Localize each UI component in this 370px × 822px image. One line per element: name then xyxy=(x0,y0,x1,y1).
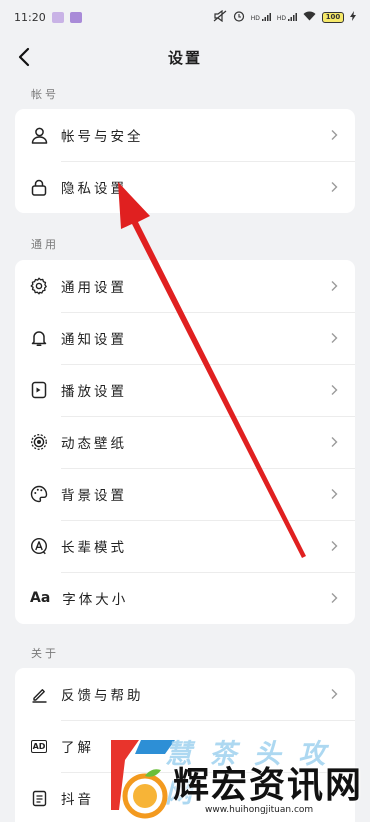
status-right: HD HD 100 xyxy=(213,9,356,25)
charging-icon xyxy=(350,10,356,24)
hd-label-1: HD xyxy=(250,15,260,22)
row-account-security[interactable]: 帐号与安全 xyxy=(15,109,355,161)
page-title: 设置 xyxy=(167,48,202,67)
chevron-right-icon xyxy=(331,489,338,499)
lock-icon xyxy=(30,178,48,196)
play-device-icon xyxy=(30,381,48,399)
elder-mode-icon xyxy=(30,537,48,555)
battery-icon: 100 xyxy=(322,11,344,23)
font-size-icon: Aa xyxy=(30,589,50,607)
font-size-glyph: Aa xyxy=(30,590,51,606)
bell-icon xyxy=(30,329,48,347)
hd-label-2: HD xyxy=(276,15,286,22)
pen-icon xyxy=(30,685,48,703)
chevron-right-icon xyxy=(331,281,338,291)
row-live-wallpaper[interactable]: 动态壁纸 xyxy=(15,416,355,468)
signal-hd-2: HD xyxy=(277,12,297,22)
wifi-icon xyxy=(303,11,316,24)
status-bar: 11:20 HD HD 100 xyxy=(0,0,370,34)
row-label: 通知设置 xyxy=(61,332,127,348)
ad-icon: AD xyxy=(30,737,48,755)
row-playback-settings[interactable]: 播放设置 xyxy=(15,364,355,416)
chevron-right-icon xyxy=(331,182,338,192)
app-notification-icon-2 xyxy=(69,11,82,23)
row-privacy-settings[interactable]: 隐私设置 xyxy=(15,161,355,213)
row-learn-more[interactable]: AD 了解 xyxy=(15,720,355,772)
card-account: 帐号与安全 隐私设置 xyxy=(15,109,355,213)
status-time: 11:20 xyxy=(14,10,46,24)
row-label: 字体大小 xyxy=(62,592,129,608)
chevron-right-icon xyxy=(331,130,338,140)
alarm-icon xyxy=(233,10,245,25)
header: 设置 xyxy=(0,34,370,80)
row-label: 了解 xyxy=(61,740,94,756)
row-elder-mode[interactable]: 长辈模式 xyxy=(15,520,355,572)
card-about: 反馈与帮助 AD 了解 抖音 xyxy=(15,668,355,822)
chevron-right-icon xyxy=(331,437,338,447)
card-general: 通用设置 通知设置 播放设置 动态壁纸 背景设置 长辈模式 Aa 字体大小 xyxy=(15,260,355,624)
row-label: 隐私设置 xyxy=(61,181,127,197)
chevron-left-icon xyxy=(18,47,30,67)
row-label: 帐号与安全 xyxy=(61,129,144,145)
document-icon xyxy=(30,789,48,807)
section-label-about: 关于 xyxy=(31,647,59,660)
status-left: 11:20 xyxy=(14,11,82,24)
signal-hd-1: HD xyxy=(251,12,271,22)
signal-icon-1 xyxy=(261,13,271,21)
gear-icon xyxy=(30,277,48,295)
palette-icon xyxy=(30,485,48,503)
mute-icon xyxy=(213,9,227,25)
row-label: 通用设置 xyxy=(61,280,127,296)
chevron-right-icon xyxy=(331,333,338,343)
row-label: 长辈模式 xyxy=(61,540,127,556)
app-notification-icon xyxy=(51,11,64,23)
chevron-right-icon xyxy=(331,541,338,551)
back-button[interactable] xyxy=(10,42,38,72)
ad-glyph: AD xyxy=(30,739,48,753)
row-label: 动态壁纸 xyxy=(61,436,127,452)
row-notification-settings[interactable]: 通知设置 xyxy=(15,312,355,364)
row-label: 反馈与帮助 xyxy=(61,688,144,704)
section-label-general: 通用 xyxy=(31,238,59,251)
row-font-size[interactable]: Aa 字体大小 xyxy=(15,572,355,624)
live-wallpaper-icon xyxy=(30,433,48,451)
row-general-settings[interactable]: 通用设置 xyxy=(15,260,355,312)
person-icon xyxy=(30,126,48,144)
row-label: 背景设置 xyxy=(61,488,127,504)
row-feedback-help[interactable]: 反馈与帮助 xyxy=(15,668,355,720)
chevron-right-icon xyxy=(331,593,338,603)
row-label: 抖音 xyxy=(61,792,94,808)
row-label: 播放设置 xyxy=(61,384,127,400)
row-background-settings[interactable]: 背景设置 xyxy=(15,468,355,520)
row-douyin[interactable]: 抖音 xyxy=(15,772,355,822)
signal-icon-2 xyxy=(288,13,297,21)
chevron-right-icon xyxy=(331,385,338,395)
chevron-right-icon xyxy=(331,689,338,699)
section-label-account: 帐号 xyxy=(31,88,59,101)
